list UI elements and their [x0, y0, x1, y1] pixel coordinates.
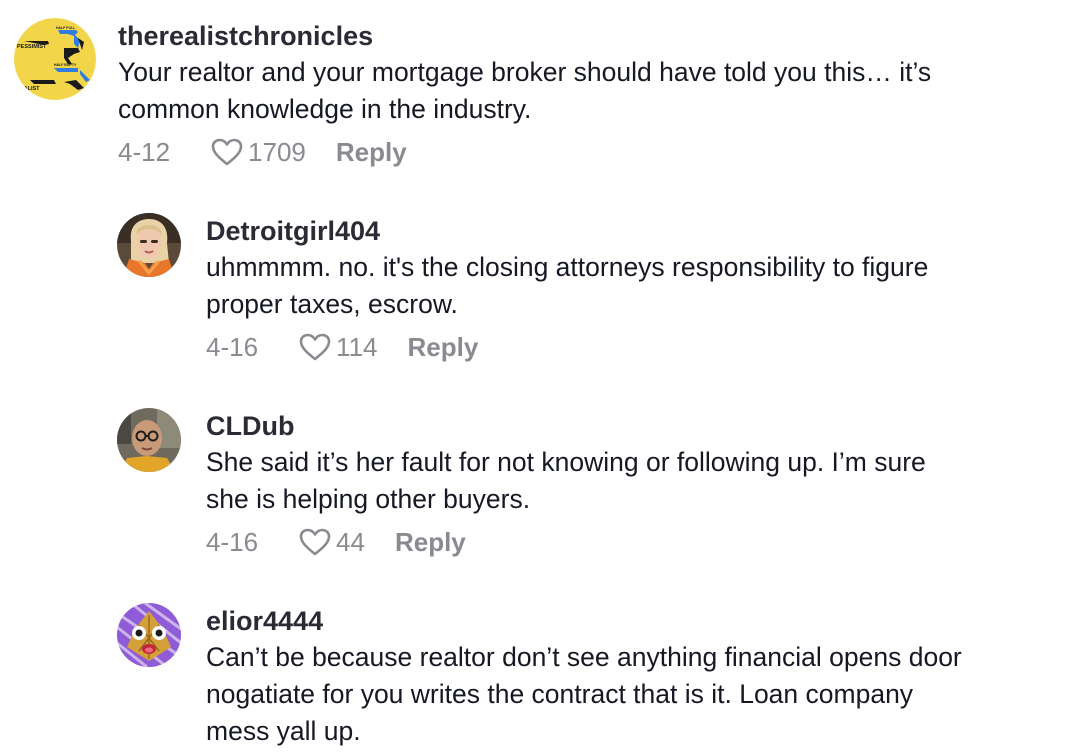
comment: PESSIMIST HALF FULL HALF EMPTY REALIST t… — [14, 18, 1048, 170]
avatar[interactable]: PESSIMIST HALF FULL HALF EMPTY REALIST — [14, 18, 96, 100]
man-glasses-avatar-icon — [117, 408, 181, 472]
comment-username[interactable]: CLDub — [206, 408, 1066, 444]
like-count: 114 — [336, 332, 378, 362]
avatar-text-4: REALIST — [16, 86, 40, 92]
comment-text: Your realtor and your mortgage broker sh… — [118, 57, 932, 124]
comment-date: 4-16 — [206, 527, 259, 557]
like-button[interactable]: 44 — [298, 524, 365, 560]
comment-meta: 4-16 114 Reply — [206, 329, 1066, 365]
comment-meta: 4-16 44 Reply — [206, 524, 1066, 560]
comment-reply: CLDub She said it’s her fault for not kn… — [117, 408, 1066, 560]
comment-reply: elior4444 Can’t be because realtor don’t… — [117, 603, 1066, 750]
like-button[interactable]: 1709 — [210, 134, 306, 170]
reply-button[interactable]: Reply — [336, 134, 407, 170]
avatar-text-1: PESSIMIST — [17, 44, 47, 50]
woman-portrait-avatar-icon — [117, 213, 181, 277]
like-button[interactable]: 114 — [298, 329, 378, 365]
heart-icon — [299, 333, 331, 361]
avatar-text-2: HALF FULL — [56, 26, 76, 30]
comment-meta: 4-12 1709 Reply — [118, 134, 1048, 170]
comment-reply: Detroitgirl404 uhmmmm. no. it's the clos… — [117, 213, 1066, 365]
like-count: 44 — [336, 527, 365, 557]
like-count: 1709 — [248, 137, 306, 167]
comment-date: 4-12 — [118, 137, 171, 167]
avatar[interactable] — [117, 408, 181, 472]
comment-username[interactable]: elior4444 — [206, 603, 1066, 639]
heart-icon — [299, 528, 331, 556]
avatar-text-3: HALF EMPTY — [54, 63, 77, 67]
comment-text: She said it’s her fault for not knowing … — [206, 447, 926, 514]
comment-text: uhmmmm. no. it's the closing attorneys r… — [206, 252, 929, 319]
florida-map-avatar-icon: PESSIMIST HALF FULL HALF EMPTY REALIST — [14, 18, 96, 100]
avatar[interactable] — [117, 213, 181, 277]
comment-username[interactable]: Detroitgirl404 — [206, 213, 1066, 249]
comment-text: Can’t be because realtor don’t see anyth… — [206, 642, 962, 746]
comment-username[interactable]: therealistchronicles — [118, 18, 1048, 54]
reply-button[interactable]: Reply — [395, 524, 466, 560]
purple-cartoon-avatar-icon — [117, 603, 181, 667]
comment-date: 4-16 — [206, 332, 259, 362]
reply-button[interactable]: Reply — [408, 329, 479, 365]
heart-icon — [211, 138, 243, 166]
avatar[interactable] — [117, 603, 181, 667]
